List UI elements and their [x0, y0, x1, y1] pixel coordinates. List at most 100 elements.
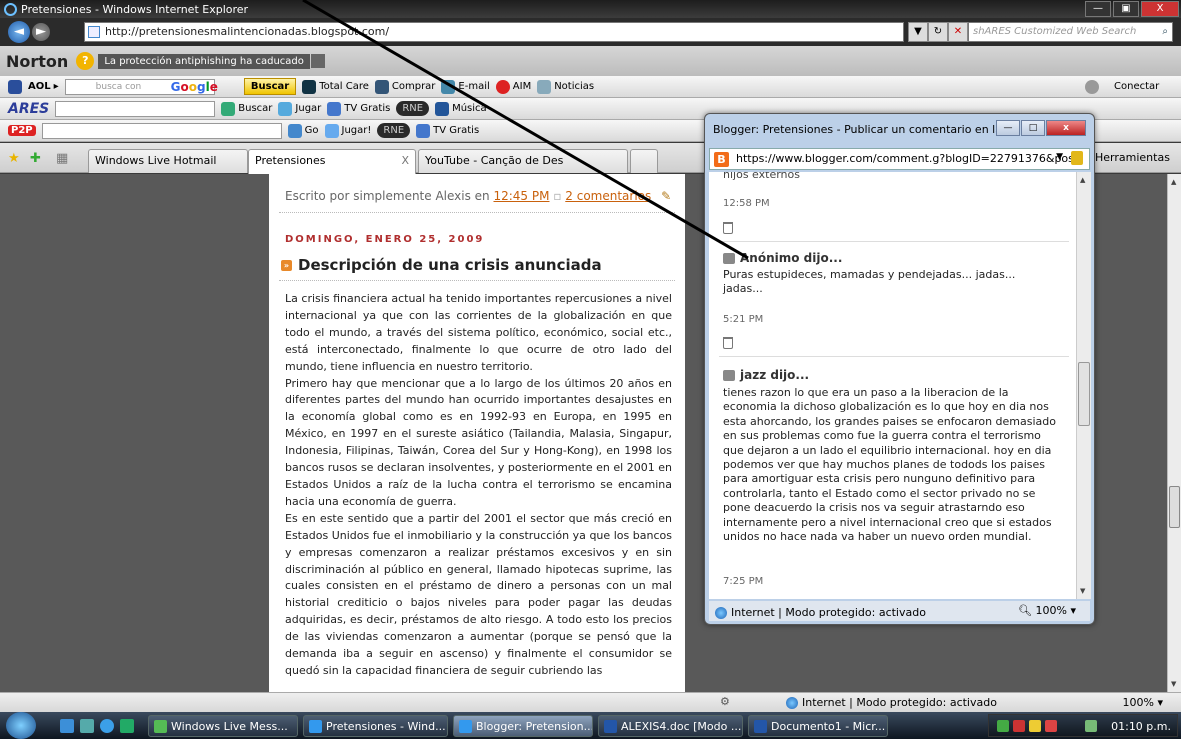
popup-scroll-thumb[interactable]	[1078, 362, 1090, 426]
p2p-tv-button[interactable]: TV Gratis	[416, 123, 479, 138]
task-ie-pretensiones[interactable]: Pretensiones - Wind...	[303, 715, 448, 737]
task-word-documento[interactable]: Documento1 - Micr...	[748, 715, 888, 737]
task-blogger[interactable]: Blogger: Pretension...	[453, 715, 593, 737]
popup-scroll-up-icon[interactable]: ▲	[1080, 176, 1085, 184]
page-scroll-thumb[interactable]	[1169, 486, 1180, 528]
comments-list: hijos externos 12:58 PM Anónimo dijo... …	[709, 172, 1076, 599]
ares-jugar-button[interactable]: Jugar	[278, 101, 321, 116]
comprar-button[interactable]: Comprar	[374, 79, 435, 94]
delete-trash-icon[interactable]	[723, 222, 733, 234]
stop-icon[interactable]: ✕	[948, 22, 968, 42]
ie-icon	[309, 720, 322, 733]
p2p-jugar-button[interactable]: Jugar!	[324, 123, 371, 138]
tools-menu[interactable]: Herramientas	[1095, 151, 1170, 164]
post-title[interactable]: Descripción de una crisis anunciada	[298, 256, 602, 274]
ares-buscar-button[interactable]: Buscar	[221, 101, 273, 116]
tray-antivirus-icon[interactable]	[1013, 720, 1025, 732]
zoom-control[interactable]: 100% ▾	[1123, 696, 1163, 709]
popup-minimize-button[interactable]: —	[996, 120, 1020, 136]
scroll-up-icon[interactable]: ▲	[1171, 178, 1176, 186]
comment-separator	[719, 356, 1069, 357]
ares-tv-button[interactable]: TV Gratis	[327, 101, 390, 116]
comment-author: jazz dijo...	[723, 368, 809, 382]
popup-close-button[interactable]: x	[1046, 120, 1086, 136]
noticias-button[interactable]: Noticias	[537, 79, 594, 94]
aim-button[interactable]: AIM	[495, 79, 531, 94]
aol-button[interactable]: AOL ▸	[28, 81, 59, 92]
ares-musica-button[interactable]: Música	[435, 101, 487, 116]
tray-network-icon[interactable]	[997, 720, 1009, 732]
p2p-logo: P2P	[8, 125, 36, 136]
warning-icon[interactable]: ?	[76, 52, 95, 70]
rne-player[interactable]: RNE	[396, 101, 430, 116]
norton-warning[interactable]: La protección antiphishing ha caducado	[98, 53, 310, 69]
tab-youtube[interactable]: YouTube - Canção de Des	[418, 149, 628, 173]
close-button[interactable]: X	[1141, 1, 1179, 17]
start-button[interactable]	[6, 712, 36, 739]
add-favorite-icon[interactable]: ✚	[30, 151, 41, 166]
maximize-button[interactable]: ▣	[1113, 1, 1139, 17]
delete-trash-icon[interactable]	[723, 337, 733, 349]
norton-dropdown-icon[interactable]	[310, 54, 325, 68]
clock[interactable]: 01:10 p.m.	[1111, 720, 1171, 733]
popup-scroll-down-icon[interactable]: ▼	[1080, 587, 1085, 595]
lock-icon[interactable]	[1071, 151, 1083, 165]
back-button[interactable]: ◄	[8, 21, 30, 43]
security-zone[interactable]: Internet | Modo protegido: activado	[786, 696, 997, 709]
comment-text: tienes razon lo que era un paso a la lib…	[723, 386, 1057, 544]
game-icon	[324, 123, 339, 138]
google-logo: Google	[170, 79, 218, 94]
popup-scrollbar[interactable]: ▲ ▼	[1076, 172, 1091, 599]
minimize-button[interactable]: —	[1085, 1, 1111, 17]
buscar-button[interactable]: Buscar	[243, 78, 297, 95]
tray-app-icon[interactable]	[1045, 720, 1057, 732]
popup-url-bar[interactable]: B https://www.blogger.com/comment.g?blog…	[709, 148, 1090, 170]
zoom-value: 100%	[1122, 696, 1154, 709]
show-desktop-icon[interactable]	[60, 719, 74, 733]
page-scrollbar[interactable]: ▲ ▼	[1167, 174, 1181, 692]
ie-quicklaunch-icon[interactable]	[100, 719, 114, 733]
tab-pretensiones[interactable]: Pretensiones X	[248, 149, 416, 174]
search-icon	[221, 101, 236, 116]
comments-link[interactable]: 2 comentarios	[565, 189, 651, 203]
refresh-icon[interactable]: ↻	[928, 22, 948, 42]
switch-windows-icon[interactable]	[80, 719, 94, 733]
url-dropdown-icon[interactable]: ▼	[908, 22, 928, 42]
popup-zoom[interactable]: 🔍︎ 100% ▾	[1018, 604, 1076, 617]
tab-hotmail[interactable]: Windows Live Hotmail	[88, 149, 248, 173]
tray-volume-icon[interactable]	[1085, 720, 1097, 732]
url-input[interactable]: http://pretensionesmalintencionadas.blog…	[84, 22, 904, 42]
scroll-down-icon[interactable]: ▼	[1171, 680, 1176, 688]
conectar-button[interactable]: Conectar	[1085, 79, 1159, 94]
task-word-alexis[interactable]: ALEXIS4.doc [Modo ...	[598, 715, 743, 737]
popup-url-dropdown-icon[interactable]: ▼	[1056, 152, 1063, 162]
favorites-star-icon[interactable]: ★	[8, 151, 20, 166]
new-tab-button[interactable]	[630, 149, 658, 173]
ares-buscar-label: Buscar	[238, 103, 273, 114]
security-icon[interactable]: ⚙	[720, 695, 734, 709]
search-input[interactable]: shARES Customized Web Search ⌕	[968, 22, 1173, 42]
media-quicklaunch-icon[interactable]	[120, 719, 134, 733]
ares-search-input[interactable]	[55, 100, 216, 117]
title-bullet-icon: »	[281, 259, 292, 271]
email-button[interactable]: E-mail	[441, 79, 490, 94]
task-label: Pretensiones - Wind...	[326, 720, 446, 733]
popup-maximize-button[interactable]: □	[1021, 120, 1045, 136]
p2p-go-button[interactable]: Go	[287, 123, 319, 138]
p2p-rne-player[interactable]: RNE	[377, 123, 411, 138]
norton-logo: Norton	[6, 51, 69, 71]
post-time-link[interactable]: 12:45 PM	[493, 189, 549, 203]
forward-button[interactable]: ►	[32, 23, 50, 41]
edit-pencil-icon[interactable]: ✎	[661, 189, 671, 203]
quick-tabs-icon[interactable]: ▦	[56, 151, 68, 166]
tray-norton-icon[interactable]	[1029, 720, 1041, 732]
total-care-button[interactable]: Total Care	[302, 79, 369, 94]
p2p-search-input[interactable]	[41, 122, 282, 139]
tab-close-icon[interactable]: X	[401, 154, 409, 167]
task-live-messenger[interactable]: Windows Live Mess...	[148, 715, 298, 737]
post-title-row: » Descripción de una crisis anunciada	[281, 256, 602, 274]
blogger-popup: Blogger: Pretensiones - Publicar un come…	[704, 113, 1095, 625]
title-divider	[279, 280, 675, 281]
search-icon[interactable]: ⌕	[1162, 23, 1168, 41]
task-label: Blogger: Pretension...	[476, 720, 593, 733]
